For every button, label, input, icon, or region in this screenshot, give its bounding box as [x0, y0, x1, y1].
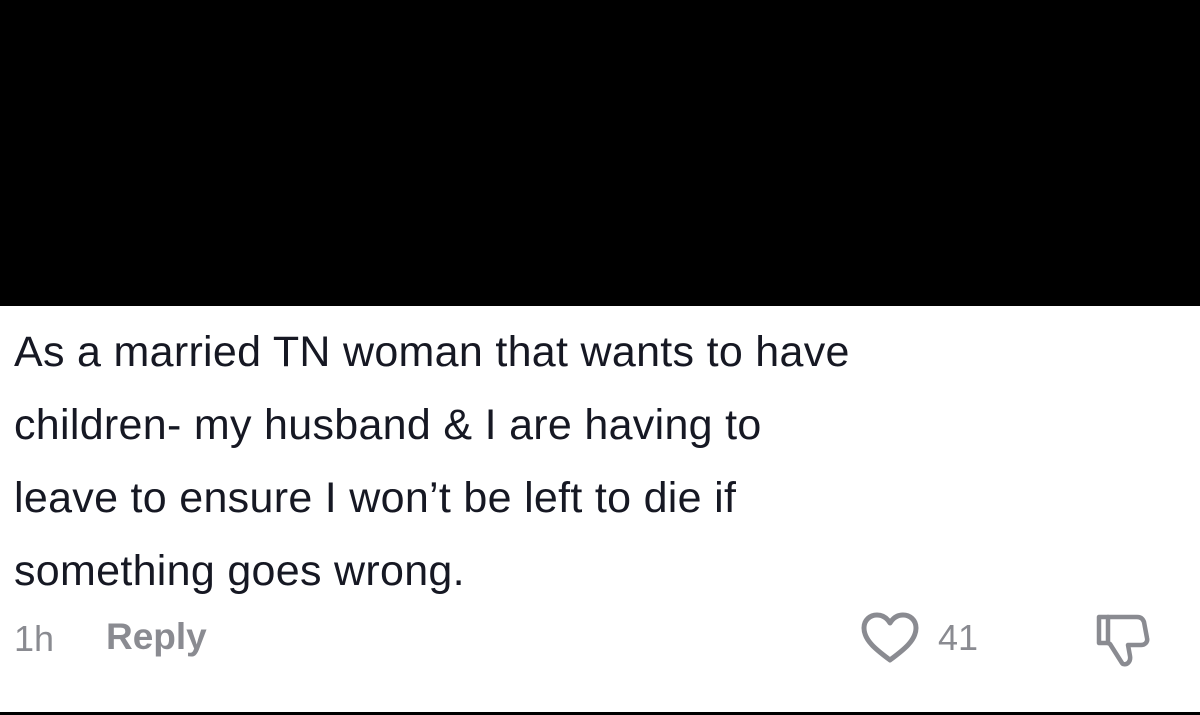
heart-outline-icon[interactable] — [860, 611, 920, 665]
comment-line: leave to ensure I won’t be left to die i… — [14, 474, 737, 522]
comment-line: As a married TN woman that wants to have — [14, 328, 850, 376]
comment-body: As a married TN woman that wants to have… — [14, 306, 1184, 608]
comment-actions: 1h Reply 41 — [0, 610, 1200, 670]
comment-timestamp: 1h — [14, 618, 55, 659]
comment-screen: As a married TN woman that wants to have… — [0, 0, 1200, 715]
redacted-area — [0, 0, 1200, 306]
comment-line: something goes wrong. — [14, 547, 465, 595]
comment-text: As a married TN woman that wants to have… — [14, 306, 1184, 608]
thumbs-down-outline-icon[interactable] — [1093, 612, 1151, 668]
reply-button[interactable]: Reply — [106, 616, 207, 658]
like-group: 41 — [860, 610, 978, 666]
like-count: 41 — [938, 617, 979, 658]
comment-line: children- my husband & I are having to — [14, 401, 762, 449]
